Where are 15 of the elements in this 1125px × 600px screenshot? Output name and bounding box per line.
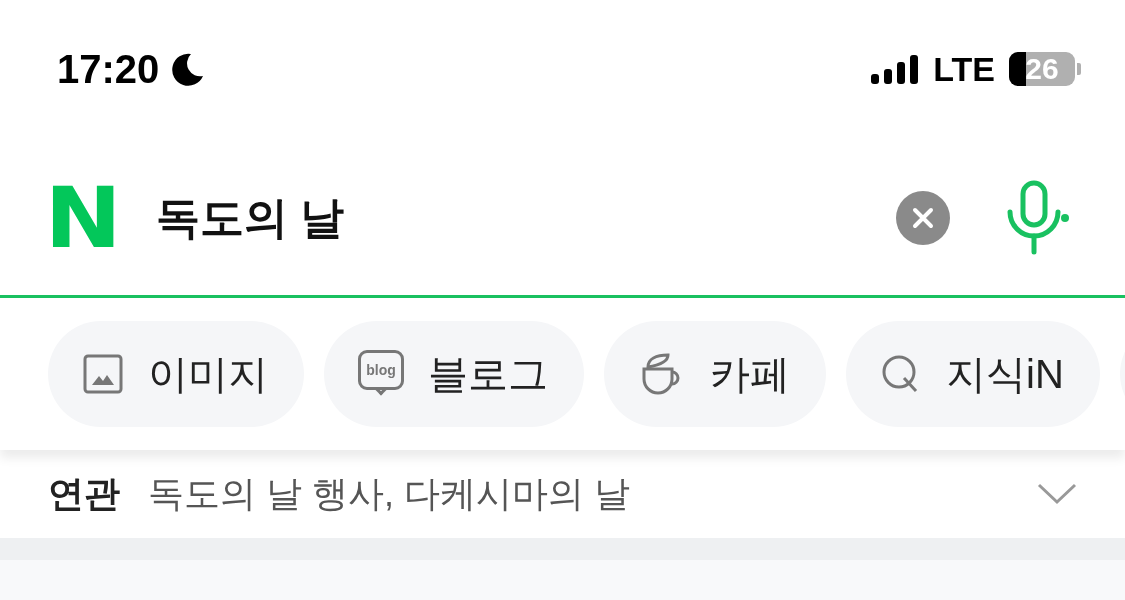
battery-reading: 26 — [1024, 52, 1060, 86]
clear-button[interactable] — [896, 190, 950, 245]
related-label: 연관 — [48, 472, 120, 516]
network-label: LTE — [933, 48, 995, 90]
chevron-icon[interactable] — [1037, 483, 1077, 505]
close-icon — [912, 206, 934, 229]
moon-icon — [171, 52, 206, 86]
category-chip[interactable]: 이미지 — [48, 321, 304, 427]
category-chip[interactable]: 카페 — [604, 321, 826, 427]
search-field[interactable]: 독도의 날 — [156, 184, 896, 251]
category-chip[interactable]: 지식iN — [846, 321, 1100, 427]
status-time: 17:20 — [57, 46, 160, 93]
category-chip[interactable]: blog 블로그 — [324, 321, 584, 427]
related-searches[interactable]: 독도의 날 행사, 다케시마의 날 — [148, 467, 1037, 521]
image-icon — [82, 353, 124, 395]
